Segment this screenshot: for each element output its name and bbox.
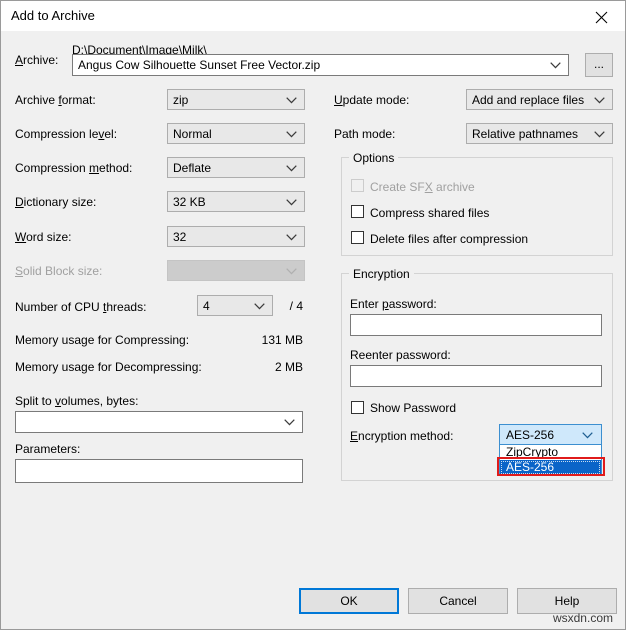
dictionary-size-combo[interactable]: 32 KB xyxy=(167,191,305,212)
compression-method-value: Deflate xyxy=(173,161,212,175)
add-to-archive-dialog: Add to Archive Archive: D:\Document\Imag… xyxy=(0,0,626,630)
close-icon[interactable] xyxy=(579,1,625,30)
chevron-down-icon xyxy=(286,199,297,206)
path-mode-combo[interactable]: Relative pathnames xyxy=(466,123,613,144)
chevron-down-icon xyxy=(286,97,297,104)
archive-name-value: Angus Cow Silhouette Sunset Free Vector.… xyxy=(78,58,321,72)
chevron-down-icon xyxy=(286,234,297,241)
chevron-down-icon xyxy=(594,131,605,138)
word-size-value: 32 xyxy=(173,230,187,244)
chevron-down-icon xyxy=(284,419,295,426)
update-mode-value: Add and replace files xyxy=(472,93,585,107)
parameters-label: Parameters: xyxy=(15,442,81,456)
memory-compressing-label: Memory usage for Compressing: xyxy=(15,333,190,347)
word-size-label: Word size: xyxy=(15,230,72,244)
enter-password-label: Enter password: xyxy=(350,297,437,311)
encryption-method-combo[interactable]: AES-256 xyxy=(499,424,602,445)
cpu-threads-label: Number of CPU threads: xyxy=(15,300,147,314)
watermark: wsxdn.com xyxy=(552,611,613,625)
checkbox-compress-shared-files[interactable] xyxy=(351,205,364,218)
show-password-label: Show Password xyxy=(370,401,457,415)
chevron-down-icon xyxy=(582,432,593,439)
checkbox-delete-files-after-compression[interactable] xyxy=(351,231,364,244)
memory-decompressing-value: 2 MB xyxy=(274,360,303,374)
encryption-method-label: Encryption method: xyxy=(350,429,454,443)
dropdown-option-aes256[interactable]: AES-256 xyxy=(500,460,601,475)
cpu-threads-total: / 4 xyxy=(289,299,303,313)
path-mode-value: Relative pathnames xyxy=(472,127,579,141)
update-mode-combo[interactable]: Add and replace files xyxy=(466,89,613,110)
create-sfx-label: Create SFX archive xyxy=(370,180,475,194)
reenter-password-label: Reenter password: xyxy=(350,348,451,362)
compression-level-combo[interactable]: Normal xyxy=(167,123,305,144)
checkbox-show-password[interactable] xyxy=(351,401,364,414)
dictionary-size-label: Dictionary size: xyxy=(15,195,97,209)
options-group-title: Options xyxy=(349,151,399,165)
enter-password-input[interactable] xyxy=(350,314,602,336)
compress-shared-files-label: Compress shared files xyxy=(370,206,490,220)
path-mode-label: Path mode: xyxy=(334,127,396,141)
encryption-method-dropdown-list[interactable]: ZipCrypto AES-256 xyxy=(499,445,602,476)
split-volumes-label: Split to volumes, bytes: xyxy=(15,394,139,408)
compression-level-label: Compression level: xyxy=(15,127,118,141)
close-glyph xyxy=(595,11,608,24)
encryption-method-value: AES-256 xyxy=(506,428,555,442)
dictionary-size-value: 32 KB xyxy=(173,195,206,209)
memory-decompressing-label: Memory usage for Decompressing: xyxy=(15,360,202,374)
browse-button[interactable]: ... xyxy=(585,53,613,77)
archive-label: Archive: xyxy=(15,53,59,67)
encryption-group-title: Encryption xyxy=(349,267,414,281)
window-title: Add to Archive xyxy=(11,8,95,23)
chevron-down-icon xyxy=(550,62,561,69)
cpu-threads-value: 4 xyxy=(203,299,210,313)
update-mode-label: Update mode: xyxy=(334,93,410,107)
dropdown-option-zipcrypto[interactable]: ZipCrypto xyxy=(500,445,601,460)
chevron-down-icon xyxy=(286,165,297,172)
parameters-input[interactable] xyxy=(15,459,303,483)
chevron-down-icon xyxy=(286,131,297,138)
split-volumes-combo[interactable] xyxy=(15,411,303,433)
delete-files-after-compression-label: Delete files after compression xyxy=(370,232,529,246)
solid-block-size-label: Solid Block size: xyxy=(15,264,103,278)
solid-block-size-combo xyxy=(167,260,305,281)
checkbox-create-sfx xyxy=(351,179,364,192)
reenter-password-input[interactable] xyxy=(350,365,602,387)
archive-name-combo[interactable]: Angus Cow Silhouette Sunset Free Vector.… xyxy=(72,54,569,76)
chevron-down-icon xyxy=(594,97,605,104)
archive-format-combo[interactable]: zip xyxy=(167,89,305,110)
archive-format-value: zip xyxy=(173,93,189,107)
cancel-button[interactable]: Cancel xyxy=(408,588,508,614)
ok-button[interactable]: OK xyxy=(299,588,399,614)
compression-method-combo[interactable]: Deflate xyxy=(167,157,305,178)
compression-level-value: Normal xyxy=(173,127,212,141)
archive-format-label: Archive format: xyxy=(15,93,96,107)
title-bar: Add to Archive xyxy=(1,1,625,31)
chevron-down-icon xyxy=(286,268,297,275)
compression-method-label: Compression method: xyxy=(15,161,133,175)
word-size-combo[interactable]: 32 xyxy=(167,226,305,247)
memory-compressing-value: 131 MB xyxy=(261,333,303,347)
